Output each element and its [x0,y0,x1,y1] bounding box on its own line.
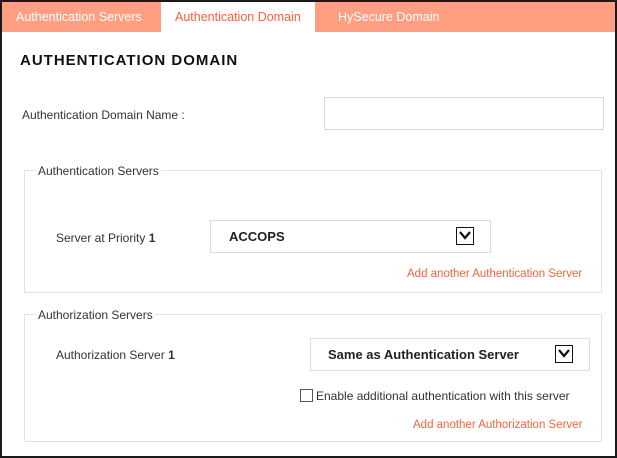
tab-hysecure-domain[interactable]: HySecure Domain [324,2,453,32]
authorization-server-number: 1 [168,348,175,362]
domain-name-input[interactable] [324,97,604,130]
authorization-server-select[interactable]: Same as Authentication Server [310,338,590,371]
enable-additional-auth-checkbox[interactable] [300,389,313,402]
authorization-servers-legend: Authorization Servers [36,308,155,322]
chevron-down-icon[interactable] [456,227,474,245]
authorization-server-value: Same as Authentication Server [328,347,519,362]
authorization-server-label: Authorization Server 1 [56,348,175,362]
tab-authentication-domain[interactable]: Authentication Domain [161,2,315,32]
server-priority-text: Server at Priority [56,231,146,245]
add-authentication-server-link[interactable]: Add another Authentication Server [407,268,582,280]
authentication-server-select[interactable]: ACCOPS [210,220,491,253]
authentication-server-value: ACCOPS [229,229,285,244]
server-priority-number: 1 [148,231,156,245]
authorization-server-text: Authorization Server [56,348,165,362]
add-authorization-server-link[interactable]: Add another Authorization Server [413,419,582,431]
server-priority-label: Server at Priority 1 [56,231,155,245]
tab-bar: Authentication Servers Authentication Do… [2,2,615,32]
authentication-servers-legend: Authentication Servers [36,164,161,178]
enable-additional-auth-label[interactable]: Enable additional authentication with th… [316,389,570,403]
domain-name-label: Authentication Domain Name : [22,108,185,122]
page-title: AUTHENTICATION DOMAIN [20,52,239,69]
chevron-down-icon[interactable] [555,345,573,363]
tab-authentication-servers[interactable]: Authentication Servers [2,2,156,32]
window-frame: Authentication Servers Authentication Do… [0,0,617,458]
